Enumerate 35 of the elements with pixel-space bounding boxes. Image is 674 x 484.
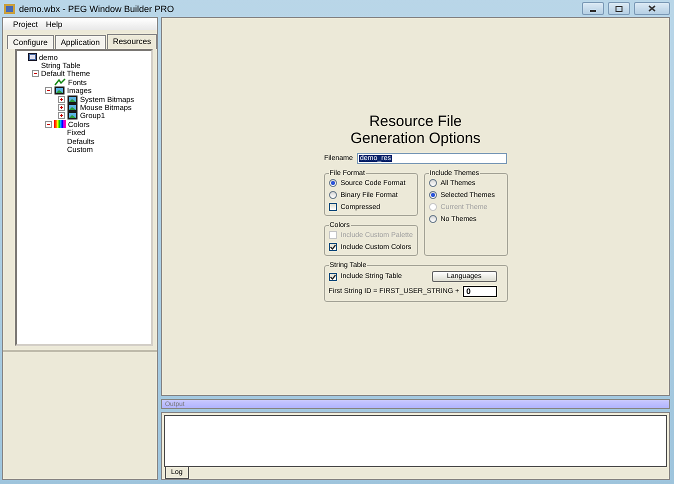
tab[interactable]: Application — [54, 35, 106, 49]
image-icon — [67, 94, 78, 104]
image-icon — [54, 86, 65, 96]
radio-button[interactable] — [428, 179, 436, 187]
collapse-icon[interactable] — [45, 87, 52, 94]
radio-button[interactable] — [428, 215, 436, 223]
menu-item[interactable]: Help — [46, 20, 62, 28]
window-title: demo.wbx - PEG Window Builder PRO — [19, 4, 176, 14]
maximize-button[interactable] — [608, 2, 630, 15]
app-icon — [4, 4, 15, 14]
radio-button[interactable] — [428, 191, 436, 199]
checkbox[interactable] — [328, 272, 336, 280]
tab[interactable]: Resources — [106, 34, 158, 49]
close-icon — [648, 5, 656, 12]
form-title: Resource File Generation Options — [350, 113, 481, 147]
font-icon — [54, 78, 66, 86]
close-button[interactable] — [634, 2, 670, 15]
maximize-icon — [615, 6, 623, 12]
checkbox[interactable] — [328, 243, 336, 251]
collapse-icon[interactable] — [32, 70, 39, 78]
radio-button[interactable] — [328, 179, 336, 187]
expand-icon[interactable] — [58, 104, 65, 112]
image-icon — [67, 111, 78, 120]
minimize-button[interactable] — [582, 2, 604, 15]
menu-item[interactable]: Project — [13, 20, 38, 28]
color-palette-icon — [54, 120, 66, 128]
collapse-icon[interactable] — [45, 120, 52, 128]
checkbox[interactable] — [328, 203, 336, 211]
expand-icon[interactable] — [58, 96, 65, 103]
app-icon — [28, 53, 37, 62]
radio-button[interactable] — [328, 191, 336, 199]
input-field[interactable]: 0 — [463, 286, 498, 297]
tab[interactable]: Configure — [7, 35, 54, 49]
image-icon — [67, 103, 78, 112]
expand-icon[interactable] — [58, 112, 65, 120]
